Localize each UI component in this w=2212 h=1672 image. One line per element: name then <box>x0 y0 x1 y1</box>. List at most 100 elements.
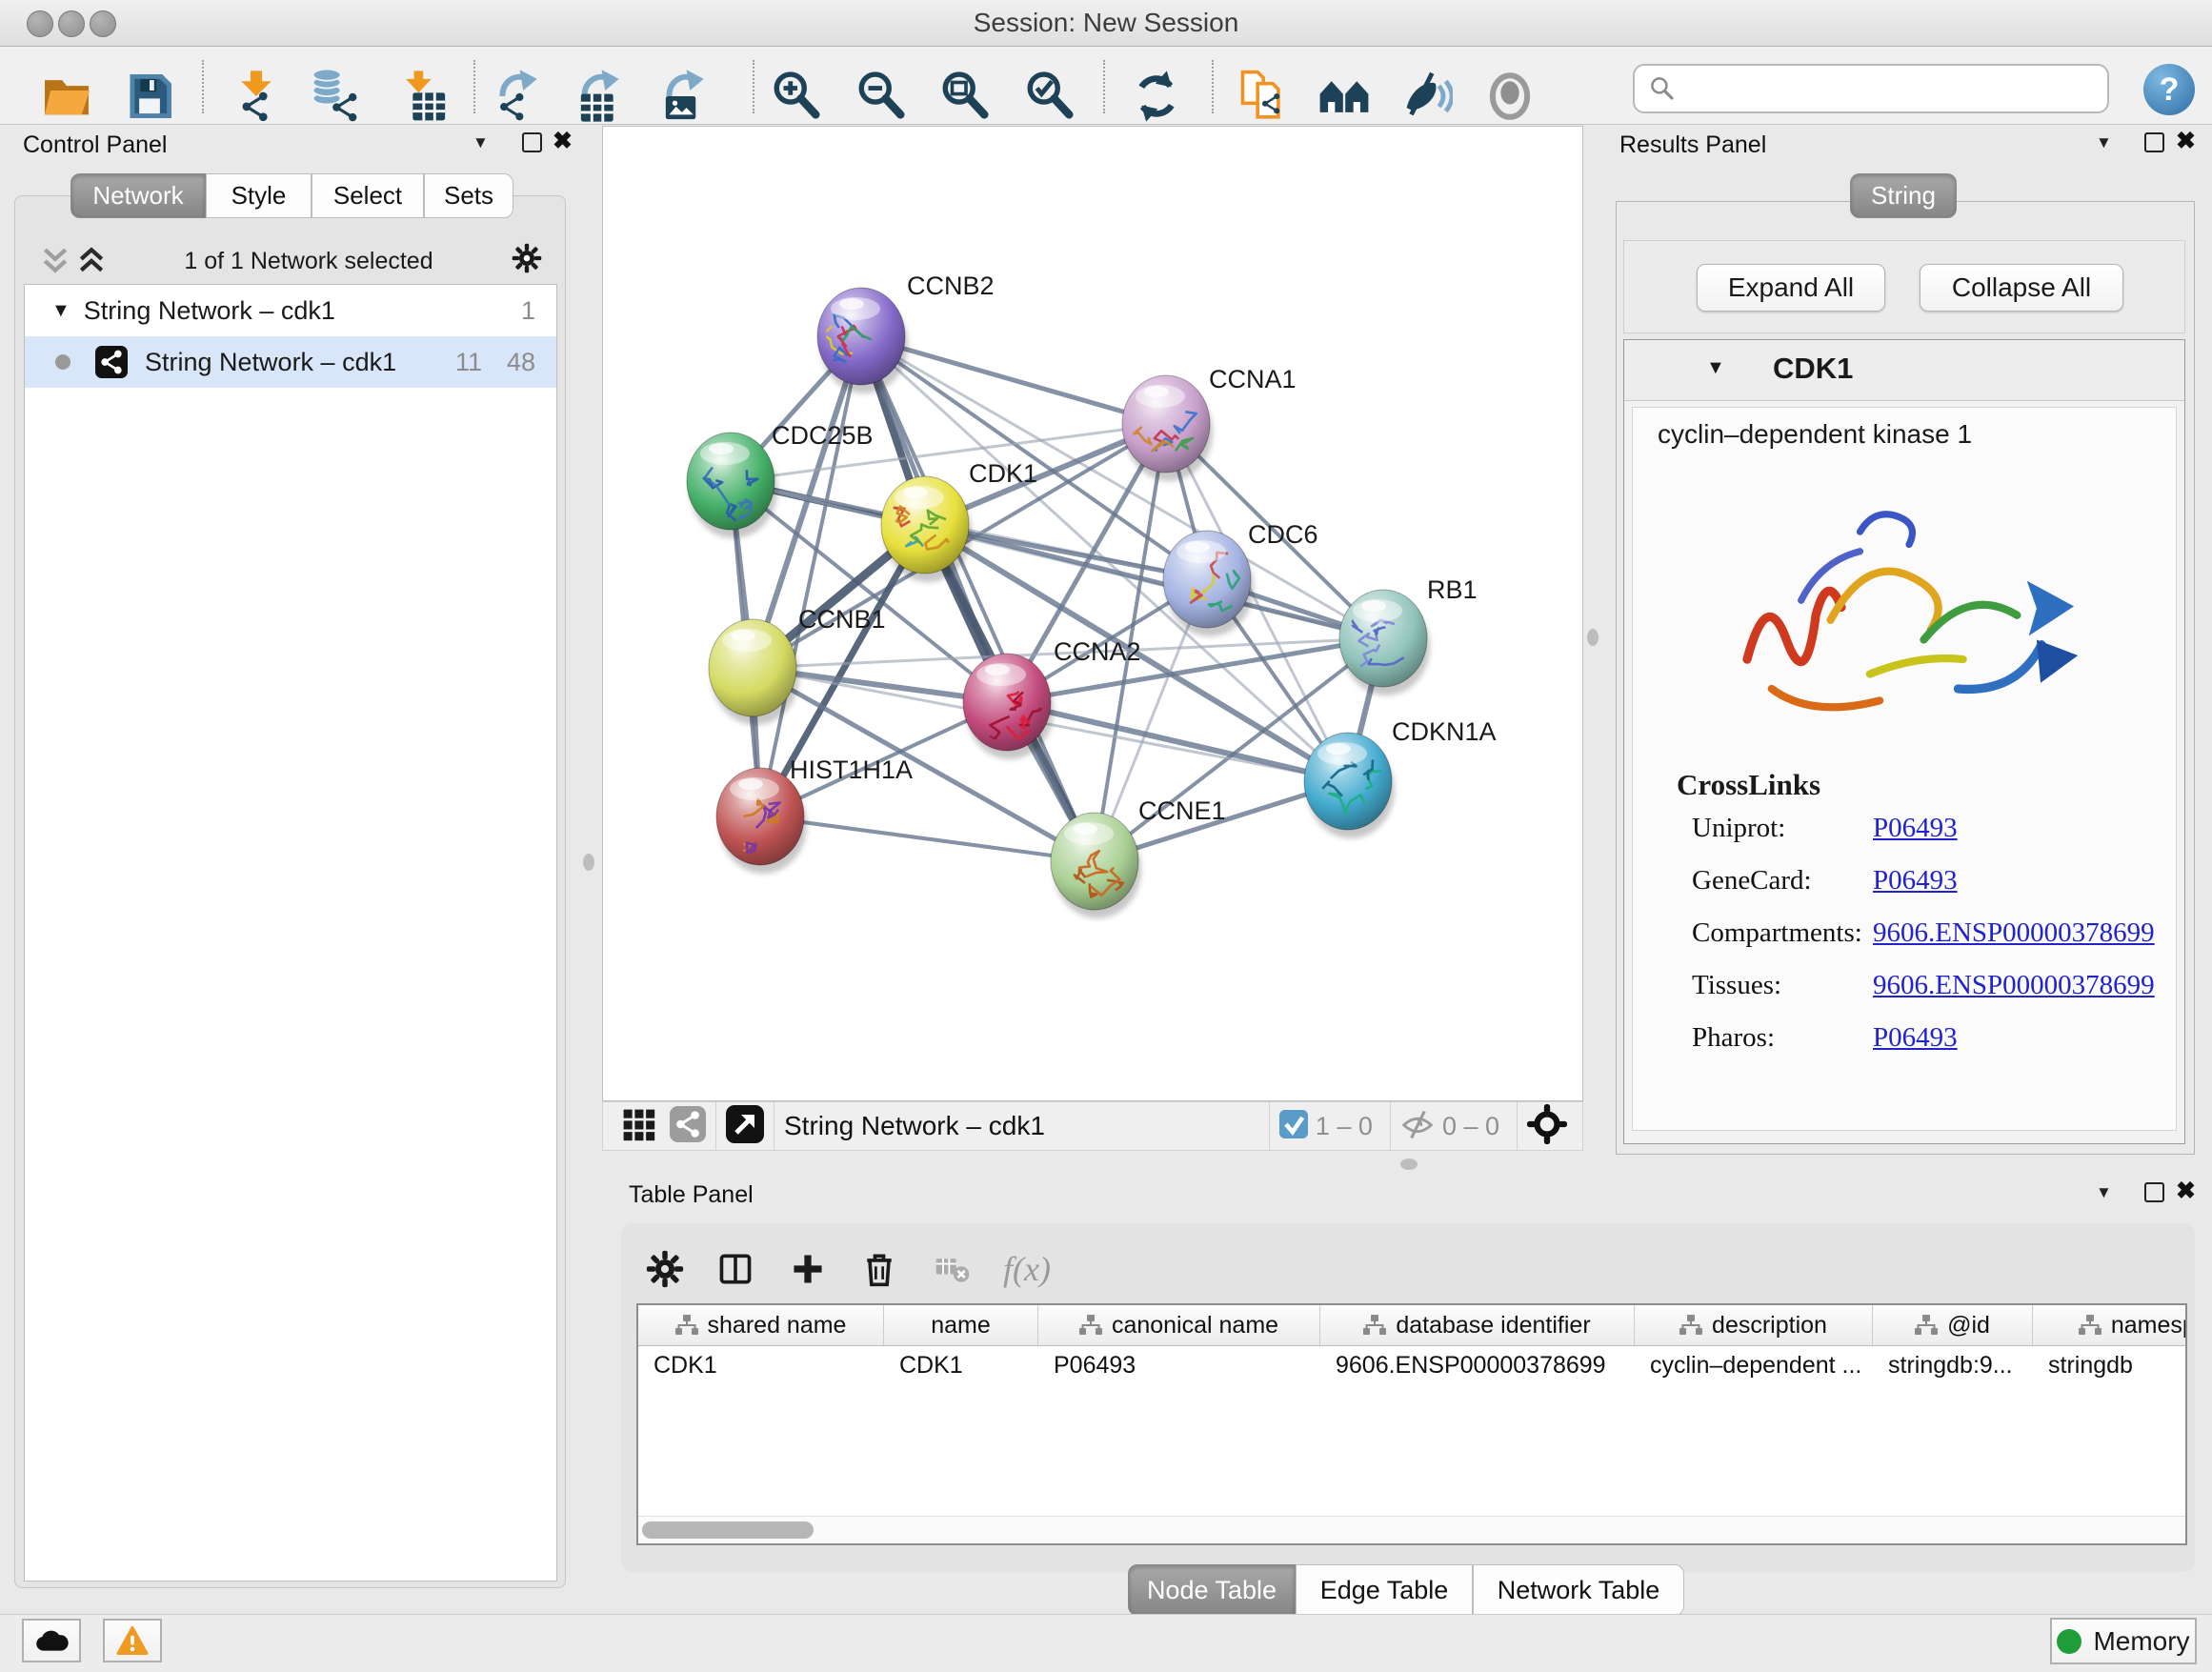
hidden-eye-icon[interactable] <box>1400 1107 1435 1146</box>
node-table[interactable]: shared namenamecanonical namedatabase id… <box>636 1303 2187 1545</box>
export-table-button[interactable] <box>573 66 634 127</box>
save-session-button[interactable] <box>119 66 180 127</box>
collapse-all-icon[interactable] <box>77 247 106 275</box>
tree-expander-icon[interactable]: ▼ <box>51 300 70 322</box>
expand-all-button[interactable]: Expand All <box>1697 264 1885 312</box>
zoom-out-button[interactable] <box>852 66 913 127</box>
network-node-CCNE1[interactable]: CCNE1 <box>1051 796 1226 918</box>
tab-string[interactable]: String <box>1850 173 1957 218</box>
add-column-icon[interactable] <box>781 1242 835 1296</box>
network-node-CDK1[interactable]: CDK1 <box>881 459 1037 582</box>
open-session-button[interactable] <box>36 66 97 127</box>
node-count: 11 <box>455 348 482 377</box>
column-header-database-identifier[interactable]: database identifier <box>1320 1305 1635 1345</box>
column-header-shared-name[interactable]: shared name <box>638 1305 884 1345</box>
network-node-CCNA1[interactable]: CCNA1 <box>1122 365 1297 481</box>
tab-sets[interactable]: Sets <box>424 173 513 218</box>
crosslink-link[interactable]: 9606.ENSP00000378699 <box>1873 917 2155 949</box>
column-header-name[interactable]: name <box>884 1305 1038 1345</box>
open-in-new-window-icon[interactable] <box>726 1105 764 1148</box>
network-options-gear-icon[interactable] <box>512 243 542 280</box>
panel-menu-icon[interactable]: ▼ <box>473 133 489 152</box>
table-cell[interactable]: cyclin–dependent ... <box>1635 1345 1873 1385</box>
column-settings-gear-icon[interactable] <box>638 1242 692 1296</box>
panel-float-icon[interactable] <box>2144 132 2164 152</box>
split-table-icon[interactable] <box>709 1242 762 1296</box>
panel-menu-icon[interactable]: ▼ <box>2096 133 2112 152</box>
warnings-button[interactable] <box>103 1619 162 1662</box>
network-row-selected[interactable]: String Network – cdk1 11 48 <box>25 336 556 388</box>
column-header-description[interactable]: description <box>1635 1305 1873 1345</box>
show-hide-graphics-details-button[interactable] <box>1395 66 1456 127</box>
collection-count: 1 <box>521 296 535 326</box>
selected-checkbox-icon[interactable] <box>1279 1110 1308 1143</box>
crosslink-link[interactable]: P06493 <box>1873 1022 1958 1054</box>
panel-float-icon[interactable] <box>522 132 542 152</box>
right-splitter-handle[interactable] <box>1587 629 1599 646</box>
tab-edge-table[interactable]: Edge Table <box>1296 1564 1473 1616</box>
network-status-dot-icon <box>55 354 70 370</box>
tab-network-table[interactable]: Network Table <box>1473 1564 1684 1616</box>
zoom-selected-region-button[interactable] <box>1020 66 1081 127</box>
panel-menu-icon[interactable]: ▼ <box>2096 1183 2112 1202</box>
network-selection-summary: 1 of 1 Network selected <box>106 248 512 275</box>
import-network-from-file-button[interactable] <box>226 66 287 127</box>
tab-node-table[interactable]: Node Table <box>1128 1564 1296 1616</box>
column-header-canonical-name[interactable]: canonical name <box>1038 1305 1320 1345</box>
table-horizontal-scrollbar[interactable] <box>638 1516 2185 1543</box>
collapse-all-button[interactable]: Collapse All <box>1920 264 2123 312</box>
help-button[interactable]: ? <box>2143 64 2195 115</box>
network-node-HIST1H1A[interactable]: HIST1H1A <box>716 755 913 874</box>
horizontal-splitter-handle[interactable] <box>1400 1158 1418 1170</box>
crosslink-link[interactable]: P06493 <box>1873 865 1958 896</box>
table-cell[interactable]: P06493 <box>1038 1345 1320 1385</box>
birdseye-grid-icon[interactable] <box>620 1106 656 1147</box>
network-node-CCNB1[interactable]: CCNB1 <box>709 605 886 725</box>
network-node-CDC6[interactable]: CDC6 <box>1163 520 1318 636</box>
table-cell[interactable]: 9606.ENSP00000378699 <box>1320 1345 1635 1385</box>
crosslink-link[interactable]: P06493 <box>1873 813 1958 844</box>
first-neighbors-button[interactable] <box>1314 66 1375 127</box>
new-network-from-selection-button[interactable] <box>1232 66 1293 127</box>
table-cell[interactable]: CDK1 <box>884 1345 1038 1385</box>
import-network-from-database-button[interactable] <box>307 66 368 127</box>
crosslink-link[interactable]: 9606.ENSP00000378699 <box>1873 970 2155 1001</box>
results-panel: Results Panel ▼ ✖ String Expand All Coll… <box>1608 126 2212 1174</box>
panel-close-icon[interactable]: ✖ <box>553 127 573 155</box>
panel-close-icon[interactable]: ✖ <box>2176 1177 2196 1205</box>
expand-all-icon[interactable] <box>41 247 70 275</box>
column-header-namespace[interactable]: namespace <box>2033 1305 2187 1345</box>
table-cell[interactable]: stringdb <box>2033 1345 2187 1385</box>
export-image-button[interactable] <box>658 66 719 127</box>
pan-tool-icon[interactable] <box>1527 1104 1567 1149</box>
gene-section-header[interactable]: ▼ CDK1 <box>1624 340 2184 401</box>
column-header-@id[interactable]: @id <box>1873 1305 2033 1345</box>
network-canvas[interactable]: CCNB2 CCNA1 CDC25B CDK1 <box>602 126 1583 1101</box>
network-collection-row[interactable]: ▼ String Network – cdk1 1 <box>25 285 556 336</box>
tab-style[interactable]: Style <box>206 173 312 218</box>
import-table-from-file-button[interactable] <box>392 66 452 127</box>
table-cell[interactable]: CDK1 <box>638 1345 884 1385</box>
memory-button[interactable]: Memory <box>2050 1618 2197 1664</box>
tab-network[interactable]: Network <box>70 173 206 218</box>
network-node-RB1[interactable]: RB1 <box>1337 575 1478 695</box>
window-title: Session: New Session <box>0 0 2212 46</box>
network-type-share-icon <box>670 1106 706 1147</box>
zoom-in-button[interactable] <box>767 66 828 127</box>
cloud-button[interactable] <box>22 1619 81 1662</box>
crosslink-label: Pharos: <box>1692 1022 1873 1054</box>
panel-close-icon[interactable]: ✖ <box>2176 127 2196 155</box>
left-splitter-handle[interactable] <box>583 854 594 871</box>
tab-select[interactable]: Select <box>312 173 424 218</box>
table-cell[interactable]: stringdb:9... <box>1873 1345 2033 1385</box>
zoom-fit-content-button[interactable] <box>935 66 996 127</box>
search-input[interactable] <box>1633 64 2109 113</box>
delete-column-icon[interactable] <box>853 1242 906 1296</box>
panel-float-icon[interactable] <box>2144 1182 2164 1202</box>
network-node-CDKN1A[interactable]: CDKN1A <box>1304 717 1497 838</box>
level-of-detail-button[interactable] <box>1479 66 1540 127</box>
gene-expander-icon[interactable]: ▼ <box>1706 357 1725 379</box>
scrollbar-thumb[interactable] <box>642 1521 814 1539</box>
export-network-button[interactable] <box>492 66 553 127</box>
apply-preferred-layout-button[interactable] <box>1126 66 1187 127</box>
